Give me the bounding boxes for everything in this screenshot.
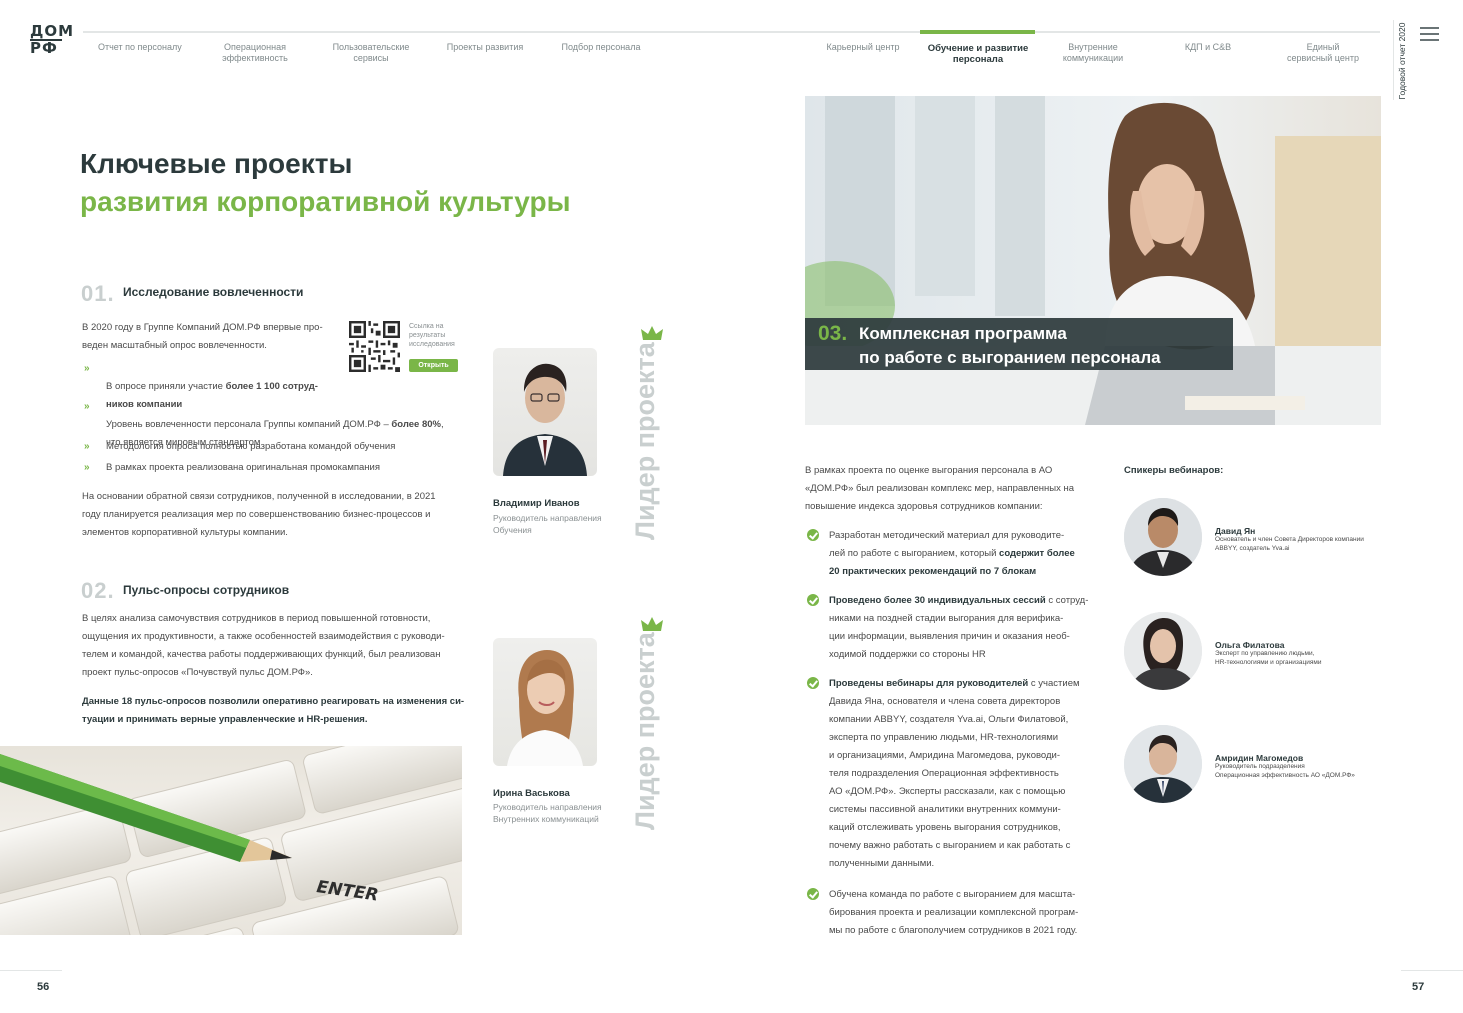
logo-text-bottom: РФ [30,39,58,57]
project-leader-badge-1: Лидер проекта [630,342,660,540]
speaker-photo-yan [1124,498,1202,576]
leader-role-ivanov: Руководитель направления Обучения [493,513,602,535]
engagement-bullet-3: » Методология опроса полностью разработан… [84,438,466,456]
section-number-01: 01. [81,281,115,306]
nav-label: Обучение и развитие персонала [927,43,1029,65]
keyboard-pencil-photo: ENTER [0,746,462,935]
bullet-text: Уровень вовлеченности персонала Группы к… [106,419,392,430]
leader-name-vaskova: Ирина Васькова [493,788,570,799]
speaker-role-yan: Основатель и член Совета Директоров комп… [1215,536,1364,552]
section-title-pulse-surveys: Пульс-опросы сотрудников [123,583,290,597]
side-divider [1393,20,1394,100]
section-number-03: 03. [818,322,848,345]
pulse-survey-highlight: Данные 18 пульс-опросов позволили операт… [82,696,465,725]
nav-item-user-services[interactable]: Пользовательские сервисы [326,42,416,64]
footer-rule-left [0,970,62,971]
nav-item-service-center[interactable]: Единый сервисный центр [1280,42,1366,64]
engagement-intro: В 2020 году в Группе Компаний ДОМ.РФ впе… [82,322,323,351]
nav-item-personnel-report[interactable]: Отчет по персоналу [98,42,182,53]
speaker-photo-filatova [1124,612,1202,690]
speaker-role-filatova: Эксперт по управлению людьми, HR-техноло… [1215,650,1322,666]
engagement-bullet-4: » В рамках проекта реализована оригинальн… [84,459,466,477]
leader-photo-vaskova [493,638,597,766]
speaker-photo-magomedov [1124,725,1202,803]
leader-photo-ivanov [493,348,597,476]
nav-label: Проекты развития [446,42,524,52]
project-leader-badge-2: Лидер проекта [630,632,660,830]
bullet-bold: более 80% [391,419,441,430]
menu-icon[interactable] [1420,27,1439,41]
check-icon [807,594,819,606]
nav-active-indicator [920,30,1035,34]
speaker-name-magomedov: Амридин Магомедов [1215,753,1304,763]
item-text: с участием Давида Яна, основателя и член… [829,678,1080,869]
nav-label: Подбор персонала [561,42,641,52]
burnout-hero-photo [805,96,1381,425]
item-bold: Проведено более 30 индивидуальных сессий [829,595,1046,606]
check-icon [807,888,819,900]
item-bold: Проведены вебинары для руководителей [829,678,1029,689]
burnout-item-1: Разработан методический материал для рук… [829,527,1091,581]
page-title-line2: развития корпоративной культуры [80,186,571,217]
nav-item-internal-communications[interactable]: Внутренние коммуникации [1050,42,1136,64]
speakers-heading: Спикеры вебинаров: [1124,465,1224,476]
burnout-item-2: Проведено более 30 индивидуальных сессий… [829,592,1091,664]
bullet-marker-icon: » [84,462,90,473]
crown-icon [641,326,663,340]
nav-item-operational-efficiency[interactable]: Операционная эффективность [212,42,298,64]
page-title-line1: Ключевые проекты [80,148,353,179]
bullet-marker-icon: » [84,363,90,374]
page-number-right: 57 [1412,981,1425,993]
leader-role-vaskova: Руководитель направления Внутренних комм… [493,802,602,824]
nav-item-kdp-cb[interactable]: КДП и C&B [1165,42,1251,53]
engagement-outro: На основании обратной связи сотрудников,… [82,491,436,538]
page-number-left: 56 [37,981,50,993]
speaker-name-filatova: Ольга Филатова [1215,640,1285,650]
bullet-text: Методология опроса полностью разработана… [106,441,396,452]
nav-item-career-center[interactable]: Карьерный центр [820,42,906,53]
section-number-02: 02. [81,578,115,603]
nav-item-training-development[interactable]: Обучение и развитие персонала [918,43,1038,65]
nav-label: Карьерный центр [826,42,900,52]
crown-icon [641,617,663,631]
burnout-intro: В рамках проекта по оценке выгорания пер… [805,465,1075,512]
nav-rule [83,31,1380,33]
nav-label: Операционная эффективность [222,42,288,63]
check-icon [807,529,819,541]
nav-item-development-projects[interactable]: Проекты развития [442,42,528,53]
section-title-engagement: Исследование вовлеченности [123,285,304,299]
section-title-burnout: Комплексная программа по работе с выгора… [859,324,1161,367]
open-results-button[interactable]: Открыть [409,359,458,372]
nav-label: КДП и C&B [1184,42,1232,52]
annual-report-label: Годовой отчет 2020 [1397,22,1407,100]
domrf-logo[interactable]: ДОМ РФ [30,24,73,57]
nav-label: Внутренние коммуникации [1062,42,1124,63]
nav-label: Отчет по персоналу [98,42,182,52]
leader-name-ivanov: Владимир Иванов [493,498,580,509]
speaker-role-magomedov: Руководитель подразделения Операционная … [1215,763,1355,779]
bullet-text: В рамках проекта реализована оригинальна… [106,462,380,473]
nav-label: Единый сервисный центр [1287,42,1359,63]
footer-rule-right [1401,970,1463,971]
bullet-marker-icon: » [84,401,90,412]
check-icon [807,677,819,689]
bullet-text: В опросе приняли участие [106,381,226,392]
nav-item-recruitment[interactable]: Подбор персонала [558,42,644,53]
bullet-marker-icon: » [84,441,90,452]
qr-caption: Ссылка на результаты исследования [409,323,455,348]
burnout-item-3: Проведены вебинары для руководителей с у… [829,675,1091,873]
pulse-survey-text: В целях анализа самочувствия сотрудников… [82,613,445,678]
burnout-item-4: Обучена команда по работе с выгоранием д… [829,889,1079,936]
speaker-name-yan: Давид Ян [1215,526,1256,536]
nav-label: Пользовательские сервисы [332,42,410,63]
qr-code-icon[interactable] [349,321,400,372]
